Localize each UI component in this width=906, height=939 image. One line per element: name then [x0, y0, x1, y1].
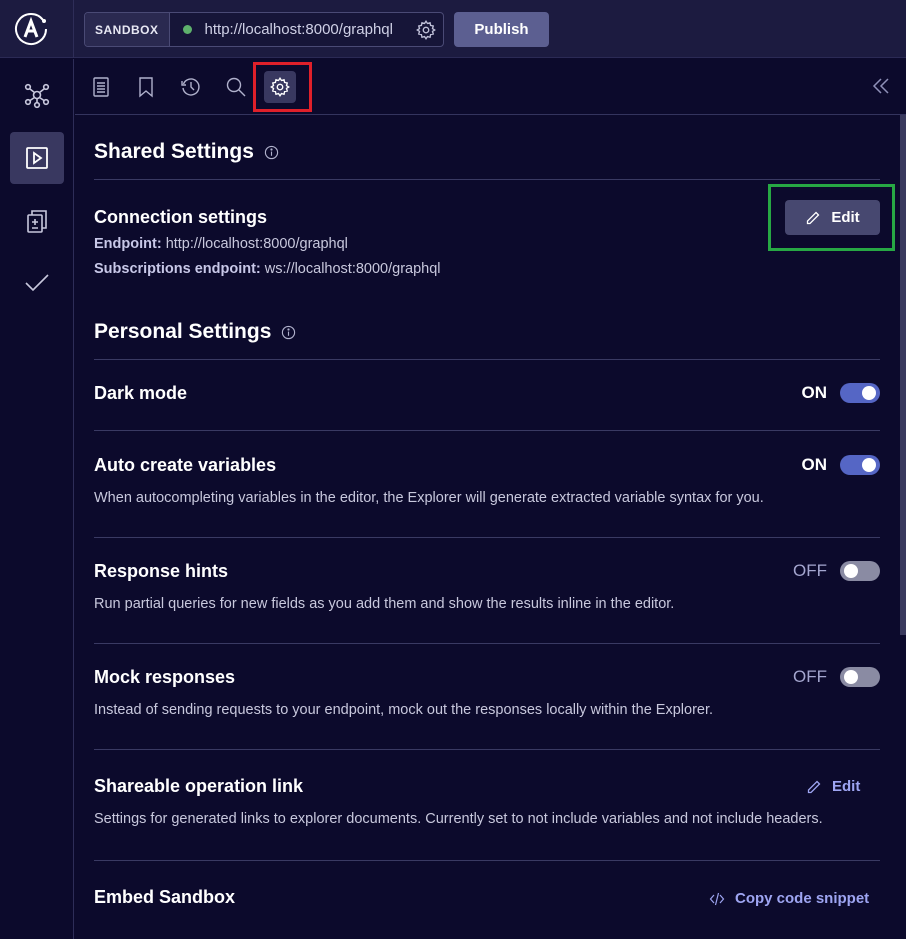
sidebar-item-explorer[interactable] [10, 132, 64, 184]
setting-description: Run partial queries for new fields as yo… [94, 596, 675, 612]
sidebar-item-checks[interactable] [10, 257, 64, 309]
divider [73, 0, 74, 58]
setting-response-hints: Response hints Run partial queries for n… [94, 561, 880, 612]
setting-mock-responses: Mock responses Instead of sending reques… [94, 667, 880, 718]
checkmark-icon [25, 274, 49, 292]
publish-button[interactable]: Publish [454, 12, 549, 47]
endpoint-selector[interactable]: SANDBOX http://localhost:8000/graphql [84, 12, 444, 47]
sidebar [0, 59, 74, 939]
tab-history[interactable] [175, 71, 207, 103]
dark-mode-toggle[interactable] [840, 383, 880, 403]
endpoint-line: Endpoint: http://localhost:8000/graphql [94, 232, 880, 257]
divider [94, 179, 880, 180]
setting-description: Settings for generated links to explorer… [94, 811, 823, 827]
info-icon[interactable] [264, 145, 279, 160]
setting-dark-mode: Dark mode ON [94, 383, 880, 404]
toggle-state-label: OFF [793, 561, 827, 580]
setting-title: Shareable operation link [94, 776, 304, 796]
bookmark-icon [139, 77, 153, 98]
diff-documents-icon [27, 210, 47, 233]
sidebar-item-schema[interactable] [10, 69, 64, 121]
setting-auto-create-variables: Auto create variables When autocompletin… [94, 455, 880, 506]
tab-saved-operations[interactable] [130, 71, 162, 103]
top-bar: SANDBOX http://localhost:8000/graphql Pu… [0, 0, 906, 58]
divider [94, 749, 880, 750]
document-icon [93, 77, 109, 97]
personal-settings-title: Personal Settings [94, 320, 272, 343]
setting-title: Mock responses [94, 667, 236, 687]
search-icon [226, 77, 246, 97]
code-icon [709, 892, 725, 905]
toggle-state-label: ON [801, 383, 828, 402]
toggle-knob [862, 386, 876, 400]
divider [94, 643, 880, 644]
gear-icon[interactable] [415, 19, 437, 41]
settings-tab-highlight [253, 62, 312, 112]
toggle-knob [862, 458, 876, 472]
edit-label: Edit [832, 778, 861, 795]
apollo-logo-icon[interactable] [14, 12, 48, 46]
toggle-knob [844, 564, 858, 578]
endpoint-value: http://localhost:8000/graphql [165, 236, 348, 252]
divider [94, 537, 880, 538]
copy-code-snippet-label: Copy code snippet [735, 890, 870, 907]
toggle-state-label: OFF [793, 667, 827, 686]
divider [94, 430, 880, 431]
endpoint-label: Endpoint: [94, 236, 162, 252]
setting-title: Auto create variables [94, 455, 277, 475]
collapse-panel-icon[interactable] [870, 75, 892, 97]
setting-title: Dark mode [94, 383, 188, 403]
mock-responses-toggle[interactable] [840, 667, 880, 687]
sidebar-item-diff[interactable] [10, 195, 64, 247]
connection-status-dot [182, 25, 192, 34]
shared-settings-title: Shared Settings [94, 140, 254, 163]
divider [94, 359, 880, 360]
dark-mode-toggle-group: ON [801, 383, 880, 403]
tab-search[interactable] [220, 71, 252, 103]
endpoint-url[interactable]: http://localhost:8000/graphql [205, 21, 415, 38]
scrollbar-thumb[interactable] [900, 115, 906, 635]
subscriptions-endpoint-value: ws://localhost:8000/graphql [264, 261, 441, 277]
personal-settings-header: Personal Settings [94, 320, 880, 344]
history-icon [181, 78, 200, 96]
graph-nodes-icon [24, 83, 50, 109]
subscriptions-endpoint-label: Subscriptions endpoint: [94, 261, 261, 277]
response-hints-toggle[interactable] [840, 561, 880, 581]
toggle-knob [844, 670, 858, 684]
panel-tabs [75, 59, 906, 115]
shared-settings-header: Shared Settings [94, 140, 880, 164]
connection-settings: Connection settings Endpoint: http://loc… [94, 207, 880, 282]
mock-responses-toggle-group: OFF [793, 667, 880, 687]
toggle-state-label: ON [801, 455, 828, 474]
shareable-link-edit-button[interactable]: Edit [806, 778, 860, 795]
divider [94, 860, 880, 861]
pencil-icon [807, 780, 821, 793]
setting-shareable-operation-link: Shareable operation link Settings for ge… [94, 776, 880, 827]
setting-description: Instead of sending requests to your endp… [94, 702, 714, 718]
tab-documentation[interactable] [85, 71, 117, 103]
setting-title: Response hints [94, 561, 229, 581]
sandbox-tag: SANDBOX [85, 13, 170, 46]
copy-code-snippet-button[interactable]: Copy code snippet [709, 890, 869, 907]
setting-description: When autocompleting variables in the edi… [94, 490, 764, 506]
connection-settings-title: Connection settings [94, 207, 268, 227]
auto-create-variables-toggle[interactable] [840, 455, 880, 475]
info-icon[interactable] [281, 325, 296, 340]
edit-button-highlight [768, 184, 895, 251]
play-square-icon [26, 147, 48, 169]
response-hints-toggle-group: OFF [793, 561, 880, 581]
subscriptions-endpoint-line: Subscriptions endpoint: ws://localhost:8… [94, 257, 880, 282]
auto-create-variables-toggle-group: ON [801, 455, 880, 475]
